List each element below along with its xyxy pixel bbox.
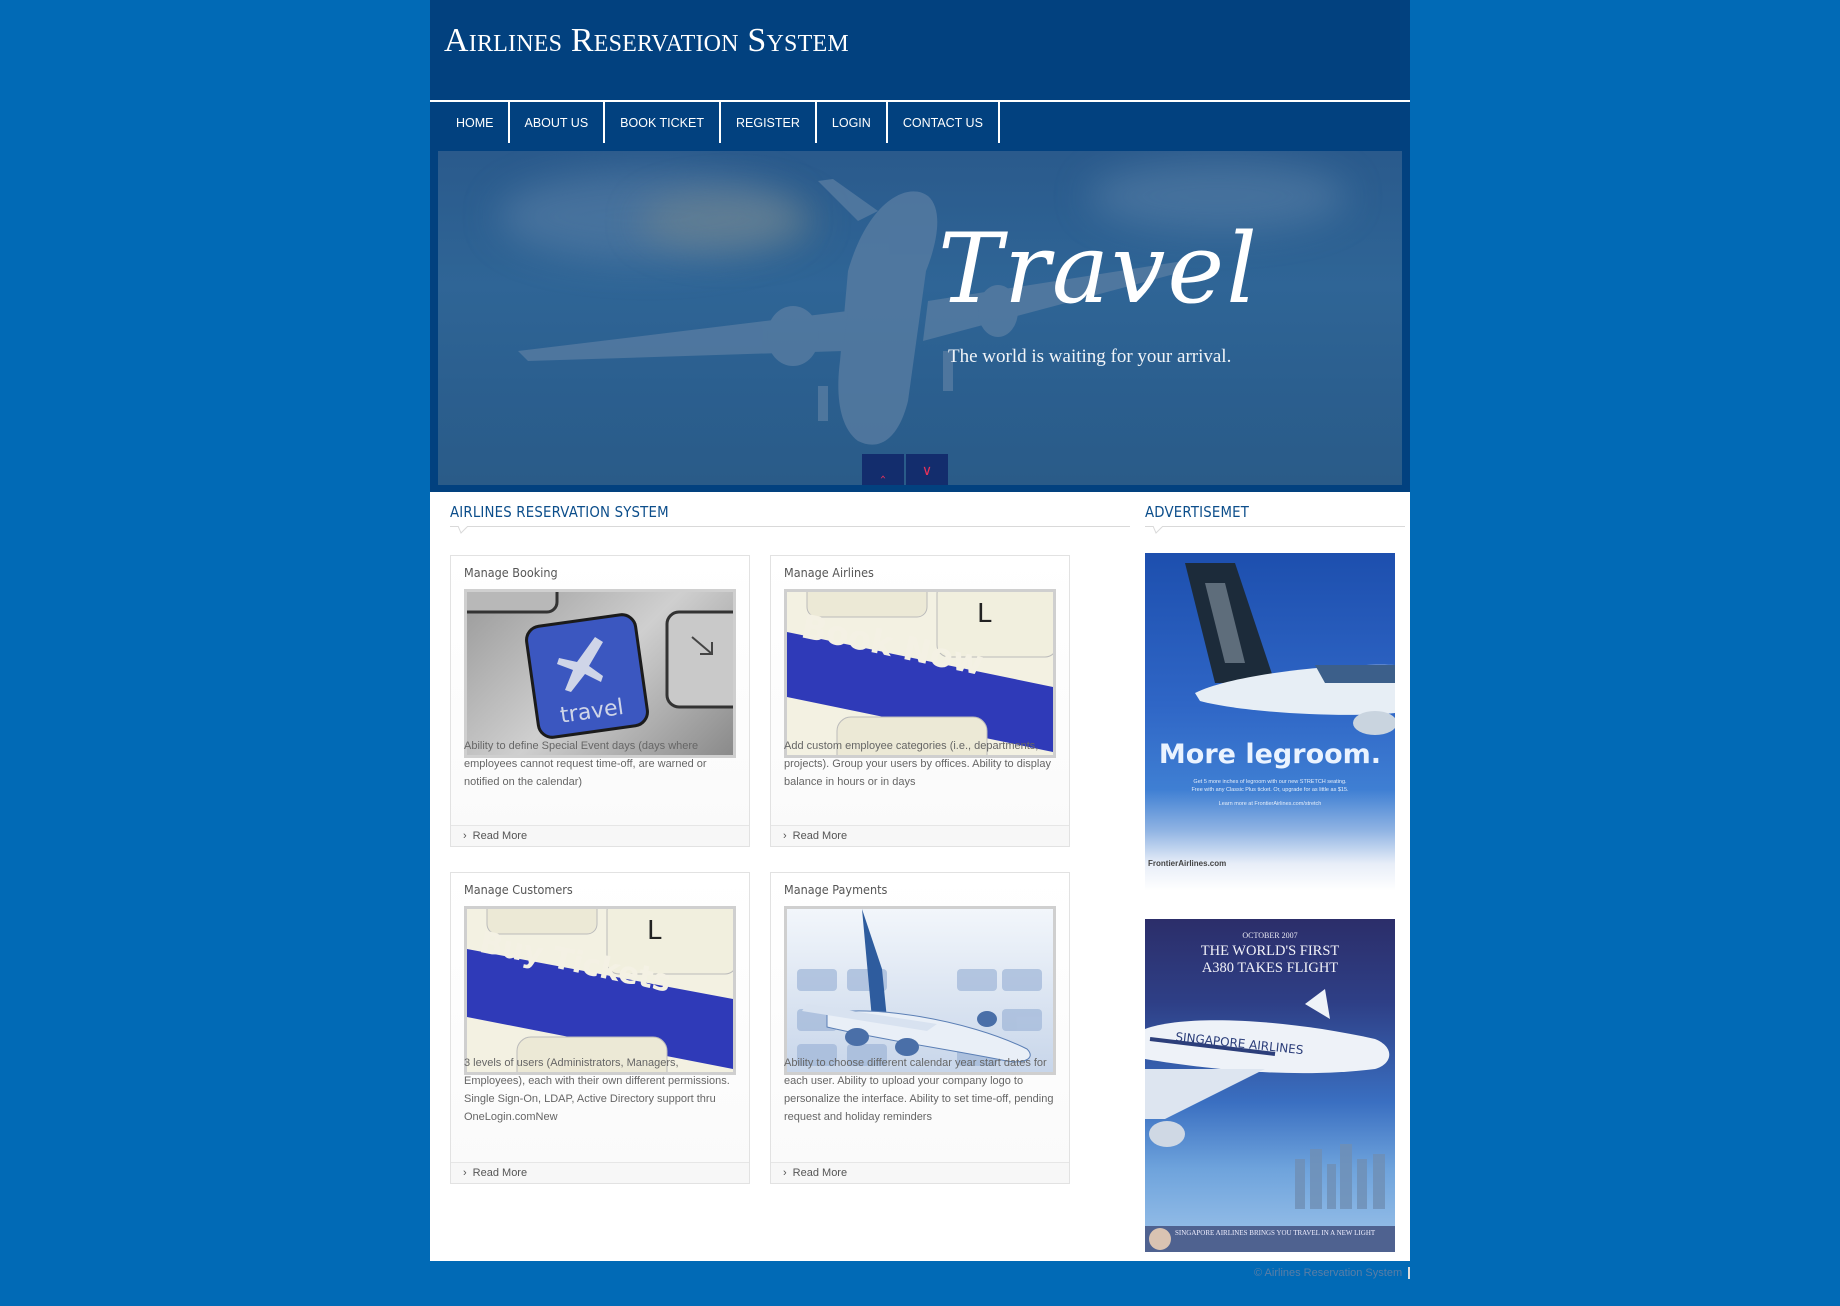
- main-nav: HOME ABOUT US BOOK TICKET REGISTER LOGIN…: [430, 102, 1000, 144]
- card-image: L Buy Tickets: [464, 906, 736, 1075]
- airplane-keyboard-image: [797, 909, 1042, 1066]
- chevron-down-icon: ∨: [921, 461, 933, 478]
- site-title: Airlines Reservation System: [444, 22, 849, 59]
- feature-card: Manage Booking travel Ability to define …: [450, 555, 750, 847]
- slider-next-button[interactable]: ∨: [906, 454, 948, 485]
- ad-body-line: Get 5 more inches of legroom with our ne…: [1193, 779, 1347, 785]
- nav-login[interactable]: LOGIN: [817, 102, 888, 143]
- advert-a380-image: SINGAPORE AIRLINES: [1145, 989, 1390, 1209]
- card-description: Ability to choose different calendar yea…: [784, 1057, 1054, 1123]
- site-header: Airlines Reservation System HOME ABOUT U…: [430, 0, 1410, 492]
- chevron-right-icon: ›: [783, 1167, 787, 1179]
- slider-controls: ‸ ∨: [862, 454, 948, 485]
- nav-book-ticket[interactable]: BOOK TICKET: [605, 102, 721, 143]
- advert-singapore[interactable]: OCTOBER 2007 THE WORLD'S FIRST A380 TAKE…: [1145, 919, 1395, 1252]
- ad-body-line: Free with any Classic Plus ticket. Or, u…: [1191, 787, 1349, 793]
- ad-learn-more: Learn more at FrontierAirlines.com/stret…: [1218, 801, 1322, 807]
- copyright-text: © Airlines Reservation System: [1254, 1267, 1403, 1279]
- card-image: L Book Now: [784, 589, 1056, 758]
- nav-register[interactable]: REGISTER: [721, 102, 817, 143]
- read-more-link[interactable]: Read More: [793, 830, 847, 842]
- travel-key-image: travel: [467, 592, 733, 739]
- sidebar-section-title: ADVERTISEMET: [1145, 503, 1250, 521]
- card-footer: › Read More: [451, 1162, 749, 1183]
- nav-contact-us[interactable]: CONTACT US: [888, 102, 1000, 143]
- card-description: 3 levels of users (Administrators, Manag…: [464, 1057, 730, 1123]
- read-more-link[interactable]: Read More: [473, 830, 527, 842]
- card-footer: › Read More: [771, 1162, 1069, 1183]
- footer-separator: [1408, 1267, 1411, 1279]
- ad-footer-band: SINGAPORE AIRLINES BRINGS YOU TRAVEL IN …: [1145, 1226, 1395, 1252]
- card-footer: › Read More: [451, 825, 749, 846]
- card-title: Manage Payments: [784, 882, 888, 897]
- advert-frontier[interactable]: More legroom. Get 5 more inches of legro…: [1145, 553, 1395, 891]
- card-description: Ability to define Special Event days (da…: [464, 740, 707, 788]
- book-now-key-image: L Book Now: [787, 592, 1053, 755]
- svg-text:L: L: [647, 916, 662, 946]
- divider-notch: [1153, 526, 1163, 534]
- card-footer: › Read More: [771, 825, 1069, 846]
- chevron-right-icon: ›: [463, 830, 467, 842]
- card-image: travel: [464, 589, 736, 758]
- main-section-title: AIRLINES RESERVATION SYSTEM: [450, 503, 669, 521]
- content-panel: AIRLINES RESERVATION SYSTEM Manage Booki…: [430, 492, 1410, 1261]
- ad-headline: More legroom.: [1158, 739, 1382, 770]
- nav-home[interactable]: HOME: [430, 102, 510, 143]
- site-footer: © Airlines Reservation System: [1254, 1267, 1411, 1279]
- feature-card: Manage Payments Ability to choose differ…: [770, 872, 1070, 1184]
- nav-about-us[interactable]: ABOUT US: [510, 102, 606, 143]
- hero-banner: Travel The world is waiting for your arr…: [438, 151, 1402, 485]
- card-title: Manage Airlines: [784, 565, 874, 580]
- card-title: Manage Booking: [464, 565, 558, 580]
- ad-footer-text: SINGAPORE AIRLINES BRINGS YOU TRAVEL IN …: [1175, 1229, 1376, 1237]
- card-description: Add custom employee categories (i.e., de…: [784, 740, 1051, 788]
- section-divider: [450, 526, 1130, 527]
- divider-notch: [458, 526, 468, 534]
- svg-text:L: L: [977, 599, 992, 629]
- chevron-right-icon: ›: [463, 1167, 467, 1179]
- slider-prev-button[interactable]: ‸: [862, 454, 904, 485]
- advert-plane-image: [1185, 563, 1395, 735]
- banner-script-title: Travel: [938, 213, 1259, 325]
- card-image: [784, 906, 1056, 1075]
- feature-card: Manage Airlines L Book Now Add custom em…: [770, 555, 1070, 847]
- read-more-link[interactable]: Read More: [473, 1167, 527, 1179]
- ad-brand: FrontierAirlines.com: [1148, 859, 1227, 868]
- card-title: Manage Customers: [464, 882, 573, 897]
- chevron-right-icon: ›: [783, 830, 787, 842]
- read-more-link[interactable]: Read More: [793, 1167, 847, 1179]
- banner-tagline: The world is waiting for your arrival.: [948, 346, 1232, 367]
- feature-card: Manage Customers L Buy Tickets 3 levels …: [450, 872, 750, 1184]
- buy-tickets-key-image: L Buy Tickets: [467, 909, 733, 1072]
- sidebar-divider: [1145, 526, 1405, 527]
- ad-body: Get 5 more inches of legroom with our ne…: [1145, 778, 1395, 808]
- chevron-up-icon: ‸: [880, 461, 886, 478]
- ad-person-photo: [1149, 1228, 1171, 1250]
